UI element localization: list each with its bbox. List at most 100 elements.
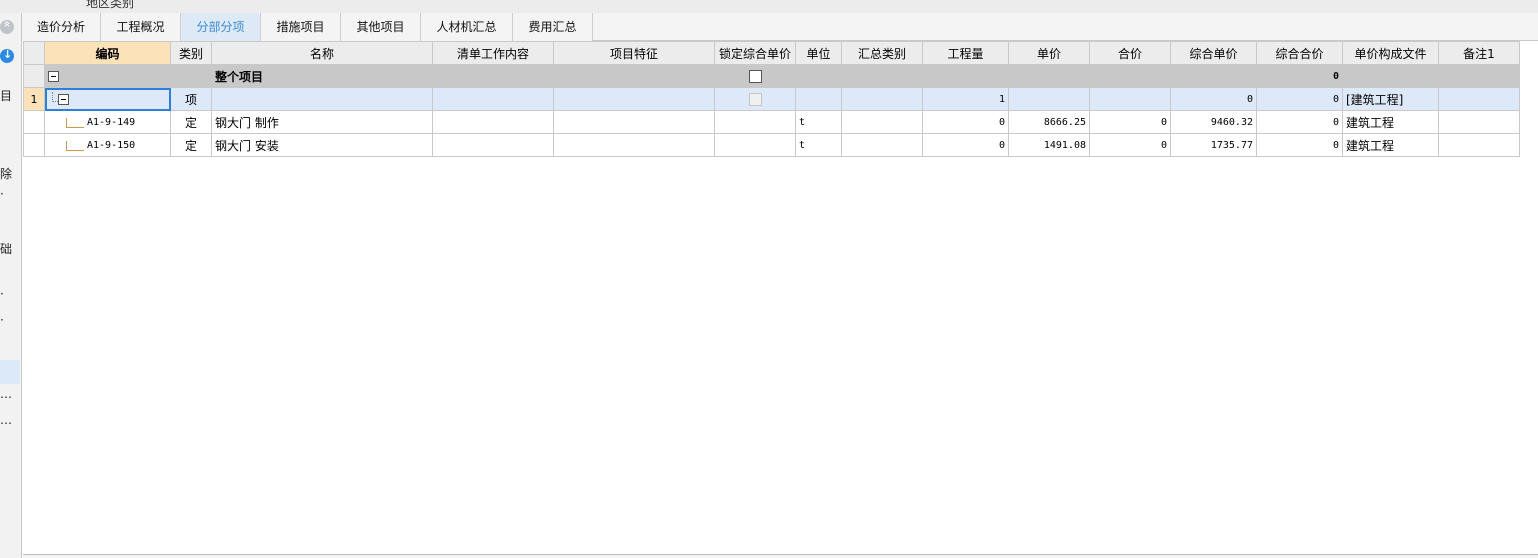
bottom-scroll-area[interactable] xyxy=(23,554,1538,558)
total-cell[interactable]: 0 xyxy=(1089,110,1171,134)
price-template-cell[interactable]: [建筑工程] xyxy=(1342,87,1439,111)
col-header-quantity[interactable]: 工程量 xyxy=(922,41,1009,65)
comp-unit-price-cell[interactable]: 1735.77 xyxy=(1170,133,1257,157)
lock-price-checkbox[interactable] xyxy=(748,70,762,83)
name-cell[interactable]: 整个项目 xyxy=(211,64,433,88)
table-row[interactable]: 1 项 1 0 0 [建筑工程] xyxy=(23,87,1520,111)
remark-cell[interactable] xyxy=(1438,64,1520,88)
price-template-cell[interactable]: 建筑工程 xyxy=(1342,110,1439,134)
features-cell[interactable] xyxy=(553,133,715,157)
unit-cell[interactable]: t xyxy=(795,110,842,134)
unit-cell[interactable] xyxy=(795,64,842,88)
features-cell[interactable] xyxy=(553,87,715,111)
col-header-work-content[interactable]: 清单工作内容 xyxy=(432,41,554,65)
col-header-code[interactable]: 编码 xyxy=(44,41,171,65)
tab-project-overview[interactable]: 工程概况 xyxy=(101,13,181,41)
summary-type-cell[interactable] xyxy=(841,64,923,88)
collapse-tree-icon[interactable] xyxy=(58,94,69,105)
left-side-panel: 目 除 · 础 · · … … xyxy=(0,13,22,558)
col-header-unit[interactable]: 单位 xyxy=(795,41,842,65)
price-template-cell[interactable] xyxy=(1342,64,1439,88)
row-number xyxy=(23,110,45,134)
name-cell[interactable]: 钢大门 安装 xyxy=(211,133,433,157)
work-content-cell[interactable] xyxy=(432,64,554,88)
tab-sub-items[interactable]: 分部分项 xyxy=(181,13,261,41)
code-text: A1-9-150 xyxy=(87,139,136,151)
comp-total-cell[interactable]: 0 xyxy=(1256,87,1343,111)
total-cell[interactable]: 0 xyxy=(1089,133,1171,157)
collapse-tree-icon[interactable] xyxy=(48,71,59,82)
quantity-cell[interactable]: 0 xyxy=(922,133,1009,157)
work-content-cell[interactable] xyxy=(432,110,554,134)
col-header-summary-type[interactable]: 汇总类别 xyxy=(841,41,923,65)
code-cell[interactable] xyxy=(44,87,171,111)
work-content-cell[interactable] xyxy=(432,87,554,111)
table-row[interactable]: A1-9-149 定 钢大门 制作 t 0 8666.25 0 9460.32 … xyxy=(23,110,1520,134)
quantity-cell[interactable] xyxy=(922,64,1009,88)
table-row[interactable]: 整个项目 0 xyxy=(23,64,1520,88)
col-header-comp-total[interactable]: 综合合价 xyxy=(1256,41,1343,65)
remark-cell[interactable] xyxy=(1438,87,1520,111)
lock-price-cell[interactable] xyxy=(714,87,796,111)
unit-price-cell[interactable]: 1491.08 xyxy=(1008,133,1090,157)
col-header-features[interactable]: 项目特征 xyxy=(553,41,715,65)
lock-price-cell[interactable] xyxy=(714,133,796,157)
type-cell[interactable]: 项 xyxy=(170,87,212,111)
col-header-name[interactable]: 名称 xyxy=(211,41,433,65)
tab-measures[interactable]: 措施项目 xyxy=(261,13,341,41)
col-header-type[interactable]: 类别 xyxy=(170,41,212,65)
name-cell[interactable]: 钢大门 制作 xyxy=(211,110,433,134)
remark-cell[interactable] xyxy=(1438,110,1520,134)
summary-type-cell[interactable] xyxy=(841,133,923,157)
tab-other-items[interactable]: 其他项目 xyxy=(341,13,421,41)
comp-unit-price-cell[interactable]: 0 xyxy=(1170,87,1257,111)
price-template-cell[interactable]: 建筑工程 xyxy=(1342,133,1439,157)
unit-price-cell[interactable]: 8666.25 xyxy=(1008,110,1090,134)
work-content-cell[interactable] xyxy=(432,133,554,157)
table-row[interactable]: A1-9-150 定 钢大门 安装 t 0 1491.08 0 1735.77 … xyxy=(23,133,1520,157)
top-strip: 地区类别 xyxy=(0,0,1538,13)
lock-price-cell[interactable] xyxy=(714,64,796,88)
quantity-cell[interactable]: 0 xyxy=(922,110,1009,134)
col-header-comp-unit-price[interactable]: 综合单价 xyxy=(1170,41,1257,65)
summary-type-cell[interactable] xyxy=(841,110,923,134)
left-selected-item[interactable] xyxy=(0,360,20,384)
comp-unit-price-cell[interactable]: 9460.32 xyxy=(1170,110,1257,134)
remark-cell[interactable] xyxy=(1438,133,1520,157)
collapse-icon[interactable] xyxy=(0,20,14,34)
unit-price-cell[interactable] xyxy=(1008,87,1090,111)
features-cell[interactable] xyxy=(553,64,715,88)
comp-total-cell[interactable]: 0 xyxy=(1256,110,1343,134)
download-icon[interactable] xyxy=(0,48,14,63)
total-cell[interactable] xyxy=(1089,87,1171,111)
quantity-cell[interactable]: 1 xyxy=(922,87,1009,111)
type-cell[interactable]: 定 xyxy=(170,110,212,134)
type-cell[interactable]: 定 xyxy=(170,133,212,157)
code-cell[interactable] xyxy=(44,64,171,88)
col-header-unit-price[interactable]: 单价 xyxy=(1008,41,1090,65)
code-cell[interactable]: A1-9-149 xyxy=(44,110,171,134)
lock-price-checkbox[interactable] xyxy=(748,93,762,106)
comp-total-cell[interactable]: 0 xyxy=(1256,64,1343,88)
total-cell[interactable] xyxy=(1089,64,1171,88)
tab-fee-summary[interactable]: 费用汇总 xyxy=(513,13,593,41)
name-cell[interactable] xyxy=(211,87,433,111)
comp-total-cell[interactable]: 0 xyxy=(1256,133,1343,157)
col-header-price-template[interactable]: 单价构成文件 xyxy=(1342,41,1439,65)
col-header-total[interactable]: 合价 xyxy=(1089,41,1171,65)
tab-cost-analysis[interactable]: 造价分析 xyxy=(22,13,101,41)
tab-labor-material-summary[interactable]: 人材机汇总 xyxy=(421,13,513,41)
col-header-remark[interactable]: 备注1 xyxy=(1438,41,1520,65)
unit-cell[interactable] xyxy=(795,87,842,111)
unit-price-cell[interactable] xyxy=(1008,64,1090,88)
summary-type-cell[interactable] xyxy=(841,87,923,111)
lock-price-cell[interactable] xyxy=(714,110,796,134)
code-cell[interactable]: A1-9-150 xyxy=(44,133,171,157)
type-cell[interactable] xyxy=(170,64,212,88)
features-cell[interactable] xyxy=(553,110,715,134)
comp-unit-price-cell[interactable] xyxy=(1170,64,1257,88)
left-fragment: · xyxy=(0,187,4,201)
col-header-lock-price[interactable]: 锁定综合单价 xyxy=(714,41,796,65)
unit-cell[interactable]: t xyxy=(795,133,842,157)
corner-cell[interactable] xyxy=(23,41,45,65)
